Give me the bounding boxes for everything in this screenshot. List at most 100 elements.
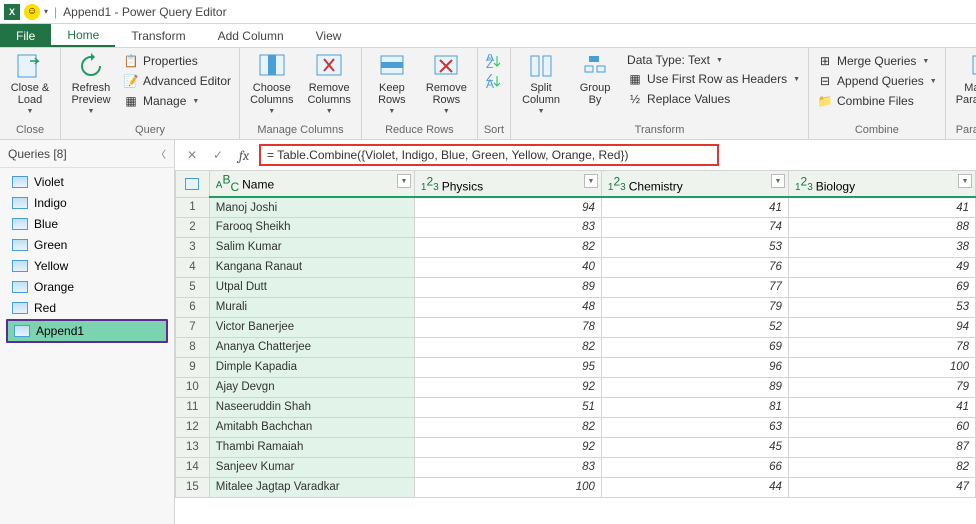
feedback-icon[interactable]: ☺ [24,4,40,20]
cell-name[interactable]: Thambi Ramaiah [209,437,414,457]
row-number[interactable]: 14 [176,457,210,477]
cell-chemistry[interactable]: 81 [601,397,788,417]
table-row[interactable]: 13Thambi Ramaiah924587 [176,437,976,457]
table-row[interactable]: 1Manoj Joshi944141 [176,197,976,217]
query-item-blue[interactable]: Blue [6,214,168,234]
query-item-orange[interactable]: Orange [6,277,168,297]
formula-input[interactable]: = Table.Combine({Violet, Indigo, Blue, G… [259,144,719,166]
filter-dropdown-icon[interactable]: ▼ [958,174,972,188]
cell-biology[interactable]: 47 [788,477,975,497]
row-number[interactable]: 13 [176,437,210,457]
row-number[interactable]: 9 [176,357,210,377]
row-number[interactable]: 12 [176,417,210,437]
cell-chemistry[interactable]: 74 [601,217,788,237]
cell-physics[interactable]: 94 [414,197,601,217]
cell-physics[interactable]: 82 [414,237,601,257]
row-number[interactable]: 15 [176,477,210,497]
cell-name[interactable]: Kangana Ranaut [209,257,414,277]
data-grid[interactable]: ABCName▼ 123Physics▼ 123Chemistry▼ 123Bi… [175,170,976,524]
table-row[interactable]: 2Farooq Sheikh837488 [176,217,976,237]
remove-columns-button[interactable]: Remove Columns▼ [303,50,354,117]
cell-physics[interactable]: 92 [414,377,601,397]
combine-files-button[interactable]: 📁Combine Files [815,92,939,110]
cancel-formula-button[interactable]: ✕ [181,144,203,166]
accept-formula-button[interactable]: ✓ [207,144,229,166]
properties-button[interactable]: 📋Properties [121,52,233,70]
table-row[interactable]: 5Utpal Dutt897769 [176,277,976,297]
tab-home[interactable]: Home [51,24,115,47]
cell-chemistry[interactable]: 79 [601,297,788,317]
cell-name[interactable]: Ananya Chatterjee [209,337,414,357]
cell-physics[interactable]: 48 [414,297,601,317]
cell-physics[interactable]: 82 [414,417,601,437]
column-header-biology[interactable]: 123Biology▼ [788,171,975,198]
keep-rows-button[interactable]: Keep Rows▼ [368,50,416,117]
cell-name[interactable]: Farooq Sheikh [209,217,414,237]
table-row[interactable]: 8Ananya Chatterjee826978 [176,337,976,357]
cell-physics[interactable]: 78 [414,317,601,337]
row-number[interactable]: 3 [176,237,210,257]
cell-name[interactable]: Salim Kumar [209,237,414,257]
fx-icon[interactable]: fx [233,144,255,166]
qat-dropdown-icon[interactable]: ▾ [44,7,48,16]
filter-dropdown-icon[interactable]: ▼ [397,174,411,188]
select-all-corner[interactable] [176,171,210,198]
close-and-load-button[interactable]: Close & Load ▼ [6,50,54,117]
table-row[interactable]: 6Murali487953 [176,297,976,317]
cell-physics[interactable]: 82 [414,337,601,357]
merge-queries-button[interactable]: ⊞Merge Queries▼ [815,52,939,70]
cell-biology[interactable]: 41 [788,197,975,217]
cell-name[interactable]: Victor Banerjee [209,317,414,337]
cell-name[interactable]: Dimple Kapadia [209,357,414,377]
cell-chemistry[interactable]: 69 [601,337,788,357]
cell-biology[interactable]: 69 [788,277,975,297]
column-header-name[interactable]: ABCName▼ [209,171,414,198]
row-number[interactable]: 5 [176,277,210,297]
cell-physics[interactable]: 89 [414,277,601,297]
cell-chemistry[interactable]: 66 [601,457,788,477]
tab-view[interactable]: View [300,24,358,47]
cell-biology[interactable]: 41 [788,397,975,417]
cell-chemistry[interactable]: 41 [601,197,788,217]
table-row[interactable]: 10Ajay Devgn928979 [176,377,976,397]
table-row[interactable]: 11Naseeruddin Shah518141 [176,397,976,417]
cell-biology[interactable]: 94 [788,317,975,337]
cell-biology[interactable]: 100 [788,357,975,377]
cell-physics[interactable]: 83 [414,217,601,237]
table-row[interactable]: 9Dimple Kapadia9596100 [176,357,976,377]
cell-name[interactable]: Sanjeev Kumar [209,457,414,477]
cell-chemistry[interactable]: 53 [601,237,788,257]
cell-biology[interactable]: 53 [788,297,975,317]
table-row[interactable]: 14Sanjeev Kumar836682 [176,457,976,477]
query-item-indigo[interactable]: Indigo [6,193,168,213]
choose-columns-button[interactable]: Choose Columns▼ [246,50,297,117]
cell-physics[interactable]: 40 [414,257,601,277]
cell-name[interactable]: Naseeruddin Shah [209,397,414,417]
group-by-button[interactable]: Group By [571,50,619,108]
table-row[interactable]: 7Victor Banerjee785294 [176,317,976,337]
cell-name[interactable]: Mitalee Jagtap Varadkar [209,477,414,497]
cell-biology[interactable]: 88 [788,217,975,237]
query-item-append1[interactable]: Append1 [6,319,168,343]
cell-chemistry[interactable]: 45 [601,437,788,457]
table-row[interactable]: 3Salim Kumar825338 [176,237,976,257]
cell-biology[interactable]: 49 [788,257,975,277]
cell-name[interactable]: Ajay Devgn [209,377,414,397]
row-number[interactable]: 6 [176,297,210,317]
advanced-editor-button[interactable]: 📝Advanced Editor [121,72,233,90]
sort-asc-button[interactable]: AZ [484,52,504,70]
tab-add-column[interactable]: Add Column [202,24,300,47]
column-header-chemistry[interactable]: 123Chemistry▼ [601,171,788,198]
table-row[interactable]: 4Kangana Ranaut407649 [176,257,976,277]
cell-physics[interactable]: 100 [414,477,601,497]
cell-chemistry[interactable]: 52 [601,317,788,337]
cell-chemistry[interactable]: 96 [601,357,788,377]
remove-rows-button[interactable]: Remove Rows▼ [422,50,471,117]
cell-biology[interactable]: 78 [788,337,975,357]
cell-biology[interactable]: 60 [788,417,975,437]
chevron-left-icon[interactable]: 〈 [156,146,166,161]
row-number[interactable]: 8 [176,337,210,357]
table-row[interactable]: 15Mitalee Jagtap Varadkar1004447 [176,477,976,497]
cell-physics[interactable]: 51 [414,397,601,417]
data-type-button[interactable]: Data Type: Text▼ [625,52,802,68]
